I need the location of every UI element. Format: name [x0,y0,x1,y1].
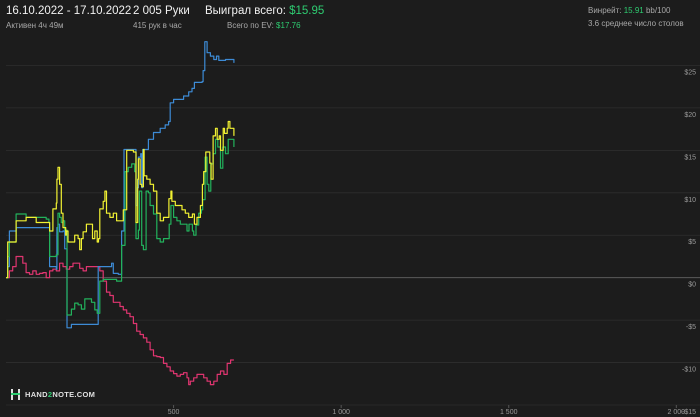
series-line-showdown [6,41,235,329]
logo-mark-icon [10,389,21,400]
y-tick-label: $15 [684,154,696,161]
grid [6,65,700,406]
handnote-logo: HAND 2 NOTE.COM [10,389,95,400]
y-tick-label: -$5 [686,324,696,331]
y-tick-label: $5 [688,239,696,246]
y-tick-label: -$10 [682,367,696,374]
y-tick-label: $10 [684,197,696,204]
logo-text-part1: HAND [25,390,48,399]
x-tick-label: 1 500 [500,409,518,416]
x-tick-label: 1 000 [332,409,350,416]
y-tick-label: $25 [684,69,696,76]
y-tick-label: $0 [688,282,696,289]
series-line-no-showdown [6,255,234,386]
axes: $25$20$15$10$5$0-$5-$10-$15500 1 000 1 500… [168,69,696,416]
x-tick-label: 500 [168,409,180,416]
x-tick-label: 2 000 [668,409,686,416]
logo-text-part3: NOTE.COM [52,390,96,399]
series [6,41,235,386]
y-tick-label: $20 [684,112,696,119]
series-line-won [6,120,235,279]
app-window: 16.10.2022 - 17.10.2022 Активен 4ч 49м 2… [0,0,700,417]
profit-chart: $25$20$15$10$5$0-$5-$10-$15500 1 000 1 500… [6,41,700,416]
